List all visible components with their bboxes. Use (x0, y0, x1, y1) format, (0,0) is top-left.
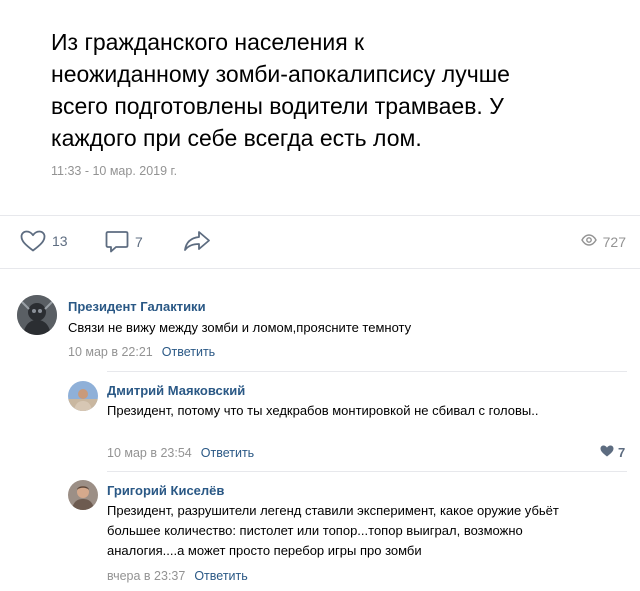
comment-count: 7 (135, 234, 143, 250)
comment-text: Президент, разрушители легенд ставили эк… (107, 503, 559, 558)
comment-time[interactable]: 10 мар в 22:21 (68, 345, 153, 359)
reply-button[interactable]: Ответить (201, 446, 254, 460)
comment-time[interactable]: 10 мар в 23:54 (107, 446, 192, 460)
comment-author[interactable]: Дмитрий Маяковский (107, 383, 245, 398)
share-icon (183, 230, 211, 252)
share-button[interactable] (183, 230, 211, 252)
comment-author[interactable]: Григорий Киселёв (107, 483, 224, 498)
views-counter: 727 (580, 233, 626, 251)
heart-icon (20, 230, 46, 252)
comment-text: Президент, потому что ты хедкрабов монти… (107, 403, 539, 418)
comment-like-button[interactable]: 7 (600, 445, 625, 460)
eye-icon (580, 233, 597, 251)
reply-button[interactable]: Ответить (194, 569, 247, 583)
like-button[interactable]: 13 (20, 230, 68, 252)
comment-button[interactable]: 7 (105, 230, 143, 254)
avatar[interactable] (17, 295, 57, 335)
comment-meta: вчера в 23:37 Ответить (107, 569, 248, 583)
comment-like-count: 7 (618, 445, 626, 460)
divider (107, 371, 627, 372)
views-count: 727 (602, 234, 626, 250)
avatar[interactable] (68, 381, 98, 411)
like-count: 13 (52, 233, 68, 249)
comment-meta: 10 мар в 22:21 Ответить (68, 345, 215, 359)
divider (107, 471, 627, 472)
post-actions-bar: 13 7 727 (0, 215, 640, 269)
comment-author[interactable]: Президент Галактики (68, 299, 206, 314)
comment-time[interactable]: вчера в 23:37 (107, 569, 185, 583)
heart-icon (600, 445, 618, 460)
comment-icon (105, 230, 129, 254)
reply-button[interactable]: Ответить (162, 345, 215, 359)
comment-text: Связи не вижу между зомби и ломом,проясн… (68, 320, 412, 335)
post-date[interactable]: 11:33 - 10 мар. 2019 г. (51, 164, 177, 178)
post-text: Из гражданского населения к неожиданному… (51, 29, 510, 151)
comment-meta: 10 мар в 23:54 Ответить (107, 446, 254, 460)
avatar[interactable] (68, 480, 98, 510)
